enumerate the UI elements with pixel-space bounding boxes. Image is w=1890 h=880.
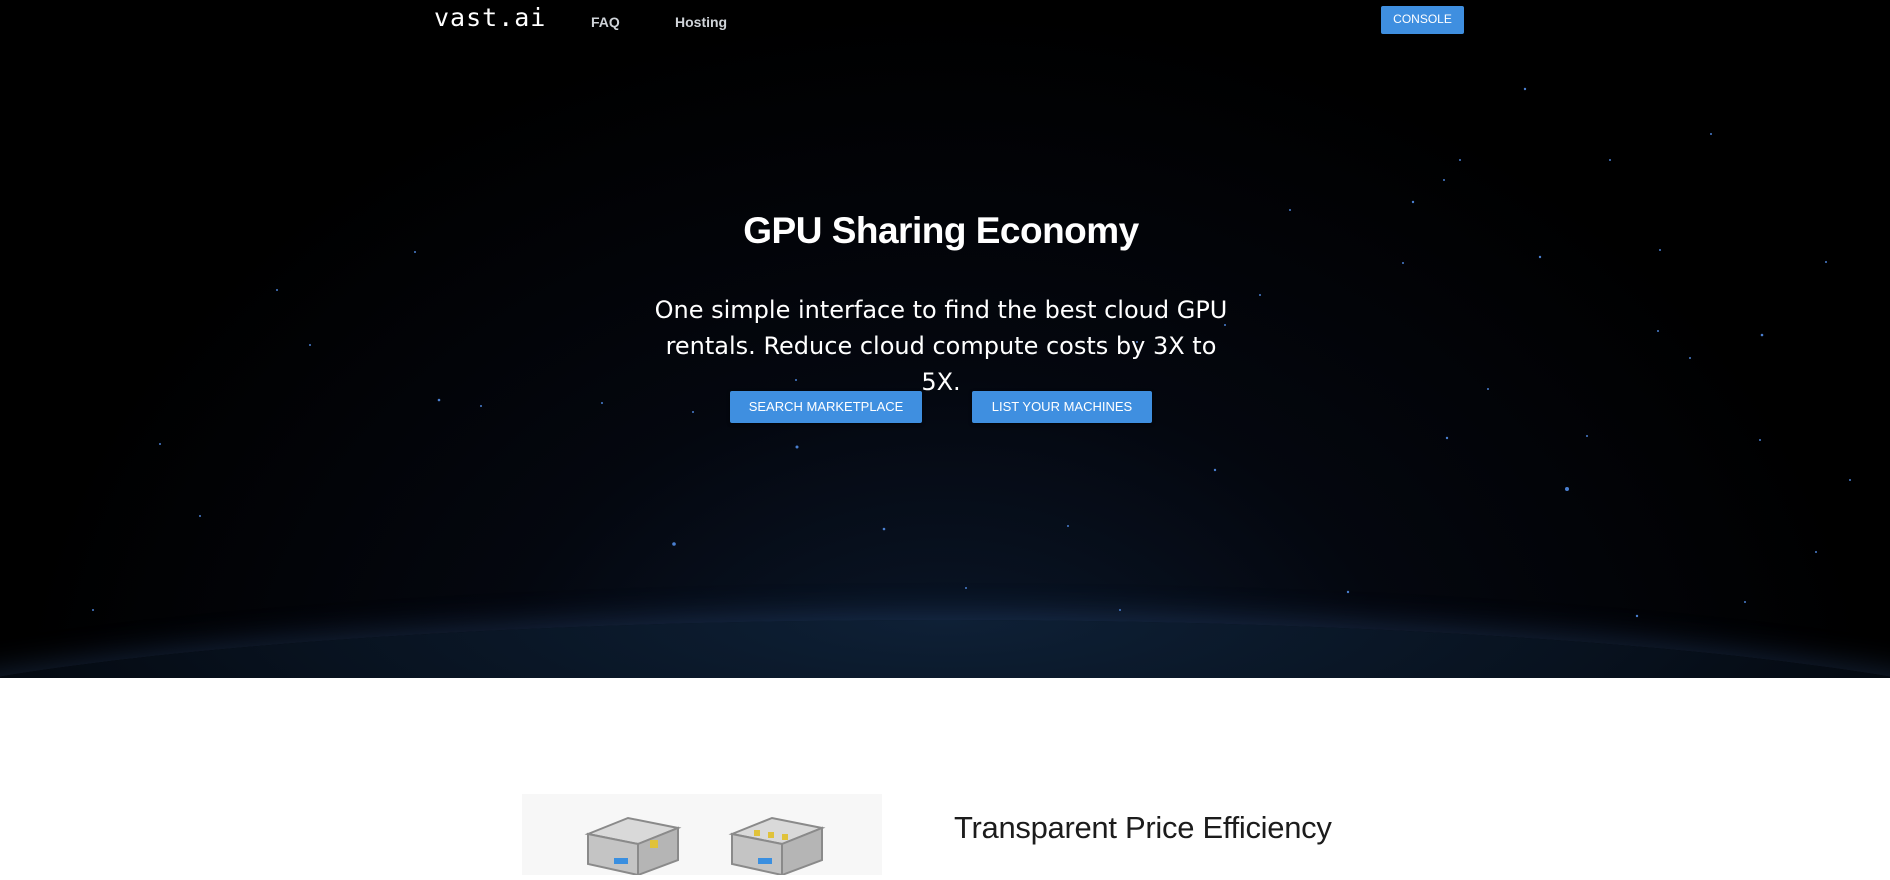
hero-title: GPU Sharing Economy [743, 210, 1139, 251]
hero-subtitle: One simple interface to find the best cl… [654, 296, 1228, 396]
search-marketplace-button[interactable]: SEARCH MARKETPLACE [730, 391, 922, 423]
gpu-rig-icon [584, 816, 826, 877]
list-your-machines-button[interactable]: LIST YOUR MACHINES [972, 391, 1152, 423]
nav-link-hosting[interactable]: Hosting [675, 14, 727, 30]
gpu-rig-illustration [522, 794, 882, 877]
top-navigation: vast.ai FAQ Hosting CONSOLE [0, 0, 1890, 44]
vast-ai-logo[interactable]: vast.ai [434, 3, 546, 32]
feature-section: Transparent Price Efficiency [0, 678, 1890, 877]
feature-title: Transparent Price Efficiency [954, 810, 1332, 845]
nav-link-faq[interactable]: FAQ [591, 14, 620, 30]
console-button[interactable]: CONSOLE [1381, 6, 1464, 34]
